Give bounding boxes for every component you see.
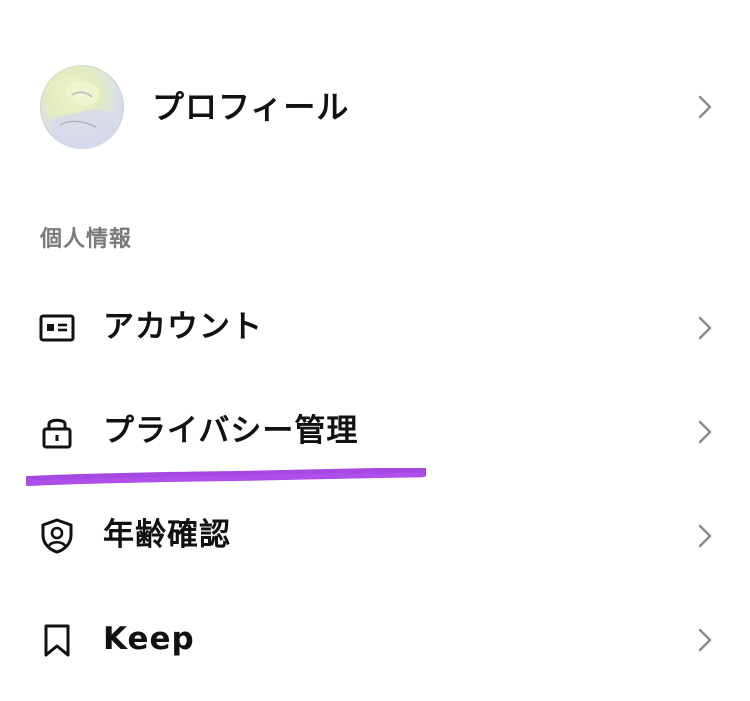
menu-item-label: 年齢確認 [103,517,231,553]
menu-item-keep[interactable]: Keep [0,599,750,679]
chevron-right-icon [698,628,712,652]
chevron-right-icon [698,420,712,444]
shield-person-icon [41,518,73,554]
menu-item-age-verification[interactable]: 年齢確認 [0,495,750,575]
chevron-right-icon [698,316,712,340]
profile-name: プロフィール [152,88,350,126]
profile-row[interactable]: プロフィール [0,55,750,160]
bookmark-icon [44,624,70,657]
chevron-right-icon [698,524,712,548]
menu-item-privacy[interactable]: プライバシー管理 [0,391,750,471]
menu-item-label: アカウント [103,309,263,345]
highlight-stroke [26,468,426,486]
section-header-personal-info: 個人情報 [40,227,133,252]
menu-item-account[interactable]: アカウント [0,287,750,367]
avatar-image [52,81,114,149]
menu-item-label: Keep [103,621,195,657]
lock-icon [42,418,72,449]
menu-item-label: プライバシー管理 [103,413,359,449]
id-card-icon [39,314,75,342]
chevron-right-icon [698,95,712,119]
avatar [40,65,124,149]
